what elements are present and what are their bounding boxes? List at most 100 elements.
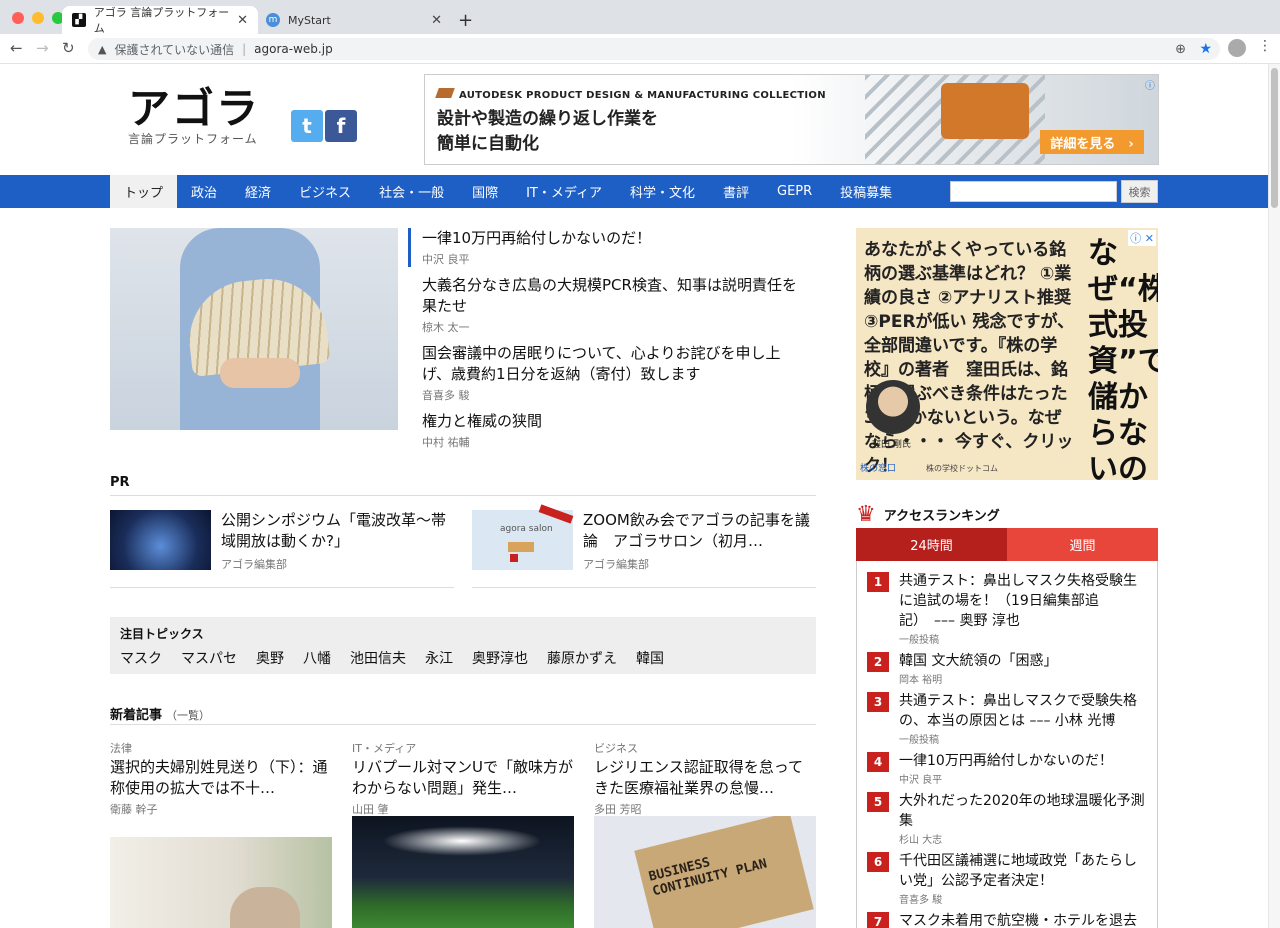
new-tab-button[interactable]: + bbox=[458, 10, 473, 31]
browser-tab-agora[interactable]: ▞ アゴラ 言論プラットフォーム ✕ bbox=[62, 6, 258, 35]
nav-item[interactable]: 社会・一般 bbox=[365, 175, 458, 208]
nav-item[interactable]: トップ bbox=[110, 175, 178, 208]
ranking-item[interactable]: 1 共通テスト：鼻出しマスク失格受験生に追試の場を！（19日編集部追記） ––– … bbox=[867, 571, 1147, 646]
close-tab-icon[interactable]: ✕ bbox=[431, 13, 442, 28]
article-card[interactable]: 法律 選択的夫婦別姓見送り（下）：通称使用の拡大では不十… 衛藤 幹子 bbox=[110, 740, 332, 928]
address-bar[interactable]: ▲ 保護されていない通信 | agora-web.jp ⊕ ★ bbox=[88, 38, 1220, 60]
nav-item[interactable]: 経済 bbox=[231, 175, 285, 208]
ranking-item[interactable]: 7 マスク未着用で航空機・ホテルを退去 bbox=[867, 911, 1147, 928]
topic-link[interactable]: 永江 bbox=[425, 648, 453, 668]
browser-tab-mystart[interactable]: m MyStart ✕ bbox=[258, 6, 450, 34]
nav-item[interactable]: 政治 bbox=[177, 175, 231, 208]
ranking-item-body: 共通テスト：鼻出しマスクで受験失格の、本当の原因とは ––– 小林 光博 一般投稿 bbox=[899, 691, 1147, 746]
pr-item[interactable]: 公開シンポジウム「電波改革〜帯域開放は動くか?」 アゴラ編集部 bbox=[110, 510, 454, 588]
more-menu-icon[interactable]: ⋮ bbox=[1258, 38, 1272, 54]
nav-item[interactable]: 書評 bbox=[709, 175, 763, 208]
trending-topics: 注目トピックス マスク マスパセ 奥野 八幡 池田信夫 永江 奥野淳也 藤原かずえ 韓国 bbox=[110, 617, 816, 674]
article-image-stadium bbox=[352, 816, 574, 928]
sidebar-ad[interactable]: なぜ“株式投資”で儲からないのか？ あなたがよくやっている銘柄の選ぶ基準はどれ？… bbox=[856, 228, 1158, 480]
facebook-icon[interactable]: f bbox=[325, 110, 357, 142]
hero-image[interactable] bbox=[110, 228, 398, 430]
ad-info-icon[interactable]: ⓘ ✕ bbox=[1128, 230, 1156, 246]
ad-copy: 設計や製造の繰り返し作業を 簡単に自動化 bbox=[437, 107, 658, 157]
nav-item[interactable]: ビジネス bbox=[285, 175, 365, 208]
twitter-icon[interactable]: t bbox=[291, 110, 323, 142]
tab-title: アゴラ 言論プラットフォーム bbox=[93, 6, 230, 35]
tab-weekly[interactable]: 週間 bbox=[1007, 528, 1158, 561]
nav-item[interactable]: GEPR bbox=[763, 175, 826, 208]
side-ad-person-photo bbox=[866, 380, 920, 434]
rank-number-badge: 1 bbox=[867, 572, 889, 592]
ranking-item-title: マスク未着用で航空機・ホテルを退去 bbox=[899, 913, 1137, 928]
headline-item[interactable]: 国会審議中の居眠りについて、心よりお詫びを申し上げ、歳費約1日分を返納（寄付）致… bbox=[408, 343, 808, 403]
nav-item[interactable]: 科学・文化 bbox=[616, 175, 709, 208]
zoom-icon[interactable]: ⊕ bbox=[1175, 42, 1186, 57]
topic-link[interactable]: マスパセ bbox=[181, 648, 237, 668]
scrollbar-thumb[interactable] bbox=[1271, 68, 1278, 208]
pr-item-author: アゴラ編集部 bbox=[221, 558, 287, 571]
mystart-favicon-icon: m bbox=[266, 13, 280, 27]
article-card[interactable]: ビジネス レジリエンス認証取得を怠ってきた医療福祉業界の怠慢… 多田 芳昭 BU… bbox=[594, 740, 816, 928]
close-tab-icon[interactable]: ✕ bbox=[237, 13, 248, 28]
ranking-item-author: 音喜多 駿 bbox=[899, 895, 943, 906]
article-card[interactable]: IT・メディア リバプール対マンUで「敵味方がわからない問題」発生… 山田 肇 bbox=[352, 740, 574, 928]
ranking-item-body: 一律10万円再給付しかないのだ！ 中沢 良平 bbox=[899, 751, 1147, 786]
bookmark-star-icon[interactable]: ★ bbox=[1199, 41, 1212, 57]
topic-link[interactable]: 八幡 bbox=[303, 648, 331, 668]
article-author: 多田 芳昭 bbox=[594, 803, 642, 816]
warning-icon: ▲ bbox=[98, 42, 107, 56]
close-window-button[interactable] bbox=[12, 12, 24, 24]
back-arrow-icon[interactable]: ← bbox=[10, 39, 23, 57]
nav-item[interactable]: 投稿募集 bbox=[826, 175, 906, 208]
site-logo[interactable]: アゴラ 言論プラットフォーム bbox=[128, 86, 260, 147]
nav-item[interactable]: IT・メディア bbox=[512, 175, 616, 208]
window-controls bbox=[12, 12, 64, 24]
article-title: レジリエンス認証取得を怠ってきた医療福祉業界の怠慢… bbox=[594, 758, 803, 797]
article-image bbox=[110, 837, 332, 928]
new-articles-list-link[interactable]: （一覧） bbox=[166, 709, 210, 722]
page-scrollbar[interactable] bbox=[1268, 64, 1280, 928]
ranking-item[interactable]: 6 千代田区議補選に地域政党「あたらしい党」公認予定者決定！ 音喜多 駿 bbox=[867, 851, 1147, 906]
article-author: 山田 肇 bbox=[352, 803, 389, 816]
article-category[interactable]: ビジネス bbox=[594, 740, 816, 756]
ranking-item[interactable]: 5 大外れだった2020年の地球温暖化予測集 杉山 大志 bbox=[867, 791, 1147, 846]
article-category[interactable]: IT・メディア bbox=[352, 740, 574, 756]
article-image-notebook: BUSINESS CONTINUITY PLAN bbox=[594, 816, 816, 928]
top-banner-ad[interactable]: AUTODESK PRODUCT DESIGN & MANUFACTURING … bbox=[424, 74, 1159, 165]
ad-copy-line2: 簡単に自動化 bbox=[437, 134, 539, 154]
minimize-window-button[interactable] bbox=[32, 12, 44, 24]
ad-info-icon[interactable]: ⓘ bbox=[1145, 77, 1155, 92]
topic-link[interactable]: 韓国 bbox=[636, 648, 664, 668]
headline-item[interactable]: 一律10万円再給付しかないのだ！ 中沢 良平 bbox=[408, 228, 808, 267]
headline-item[interactable]: 権力と権威の狭間 中村 祐輔 bbox=[408, 411, 808, 450]
ad-cta-button[interactable]: 詳細を見る › bbox=[1040, 130, 1144, 154]
topic-link[interactable]: 奥野淳也 bbox=[472, 648, 528, 668]
side-ad-headline: なぜ“株式投資”で儲からないのか？ bbox=[1088, 236, 1158, 480]
url-text: agora-web.jp bbox=[254, 42, 333, 56]
ranking-item[interactable]: 3 共通テスト：鼻出しマスクで受験失格の、本当の原因とは ––– 小林 光博 一般投… bbox=[867, 691, 1147, 746]
ranking-item[interactable]: 2 韓国 文大統領の「困惑」 岡本 裕明 bbox=[867, 651, 1147, 686]
divider bbox=[110, 495, 816, 496]
ranking-item-title: 共通テスト：鼻出しマスク失格受験生に追試の場を！（19日編集部追記） ––– 奥… bbox=[899, 573, 1137, 629]
topic-link[interactable]: 奥野 bbox=[256, 648, 284, 668]
search-input[interactable] bbox=[950, 181, 1117, 202]
reload-icon[interactable]: ↻ bbox=[62, 39, 75, 57]
pr-item-title: ZOOM飲み会でアゴラの記事を議論 アゴラサロン（初月… bbox=[583, 511, 810, 550]
tab-24h[interactable]: 24時間 bbox=[856, 528, 1007, 561]
forward-arrow-icon[interactable]: → bbox=[36, 39, 49, 57]
pr-item[interactable]: agora salon ZOOM飲み会でアゴラの記事を議論 アゴラサロン（初月…… bbox=[472, 504, 816, 588]
divider: | bbox=[242, 42, 247, 56]
profile-avatar[interactable] bbox=[1228, 39, 1246, 57]
ranking-item[interactable]: 4 一律10万円再給付しかないのだ！ 中沢 良平 bbox=[867, 751, 1147, 786]
hero-hands-graphic bbox=[220, 358, 300, 388]
headline-item[interactable]: 大義名分なき広島の大規模PCR検査、知事は説明責任を果たせ 椋木 太一 bbox=[408, 275, 808, 335]
article-category[interactable]: 法律 bbox=[110, 740, 332, 756]
ranking-title: アクセスランキング bbox=[883, 509, 1000, 524]
search-button[interactable]: 検索 bbox=[1121, 180, 1158, 203]
rank-number-badge: 5 bbox=[867, 792, 889, 812]
topic-link[interactable]: 池田信夫 bbox=[350, 648, 406, 668]
topic-link[interactable]: マスク bbox=[120, 648, 162, 668]
ad-brand: AUTODESK PRODUCT DESIGN & MANUFACTURING … bbox=[435, 88, 826, 101]
nav-item[interactable]: 国際 bbox=[458, 175, 512, 208]
topic-link[interactable]: 藤原かずえ bbox=[547, 648, 617, 668]
